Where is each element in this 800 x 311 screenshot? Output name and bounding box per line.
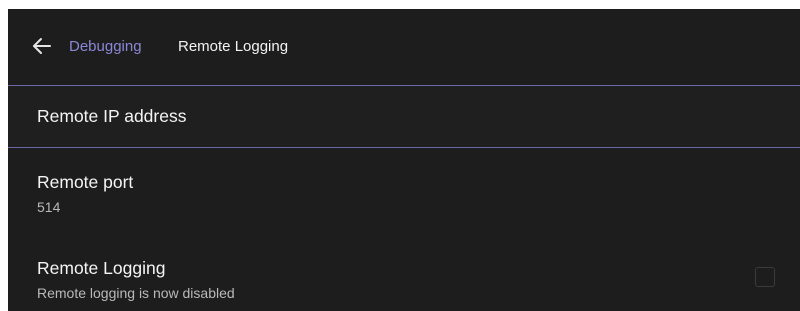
setting-remote-logging-title: Remote Logging bbox=[37, 258, 166, 278]
setting-remote-ip-title: Remote IP address bbox=[37, 106, 187, 126]
breadcrumb-parent-link[interactable]: Debugging bbox=[69, 38, 142, 55]
breadcrumb-current: Remote Logging bbox=[178, 38, 289, 55]
setting-remote-logging-status: Remote logging is now disabled bbox=[37, 285, 235, 301]
arrow-left-icon[interactable] bbox=[32, 36, 52, 56]
remote-logging-checkbox[interactable] bbox=[755, 267, 775, 287]
setting-remote-port-title: Remote port bbox=[37, 172, 134, 192]
setting-remote-port[interactable]: Remote port 514 bbox=[8, 159, 800, 234]
setting-remote-port-value: 514 bbox=[37, 199, 61, 215]
setting-remote-ip[interactable]: Remote IP address bbox=[8, 85, 800, 148]
setting-remote-logging[interactable]: Remote Logging Remote logging is now dis… bbox=[8, 241, 800, 311]
settings-screen: Debugging Remote Logging Remote IP addre… bbox=[8, 9, 800, 311]
header-bar: Debugging Remote Logging bbox=[8, 9, 800, 85]
